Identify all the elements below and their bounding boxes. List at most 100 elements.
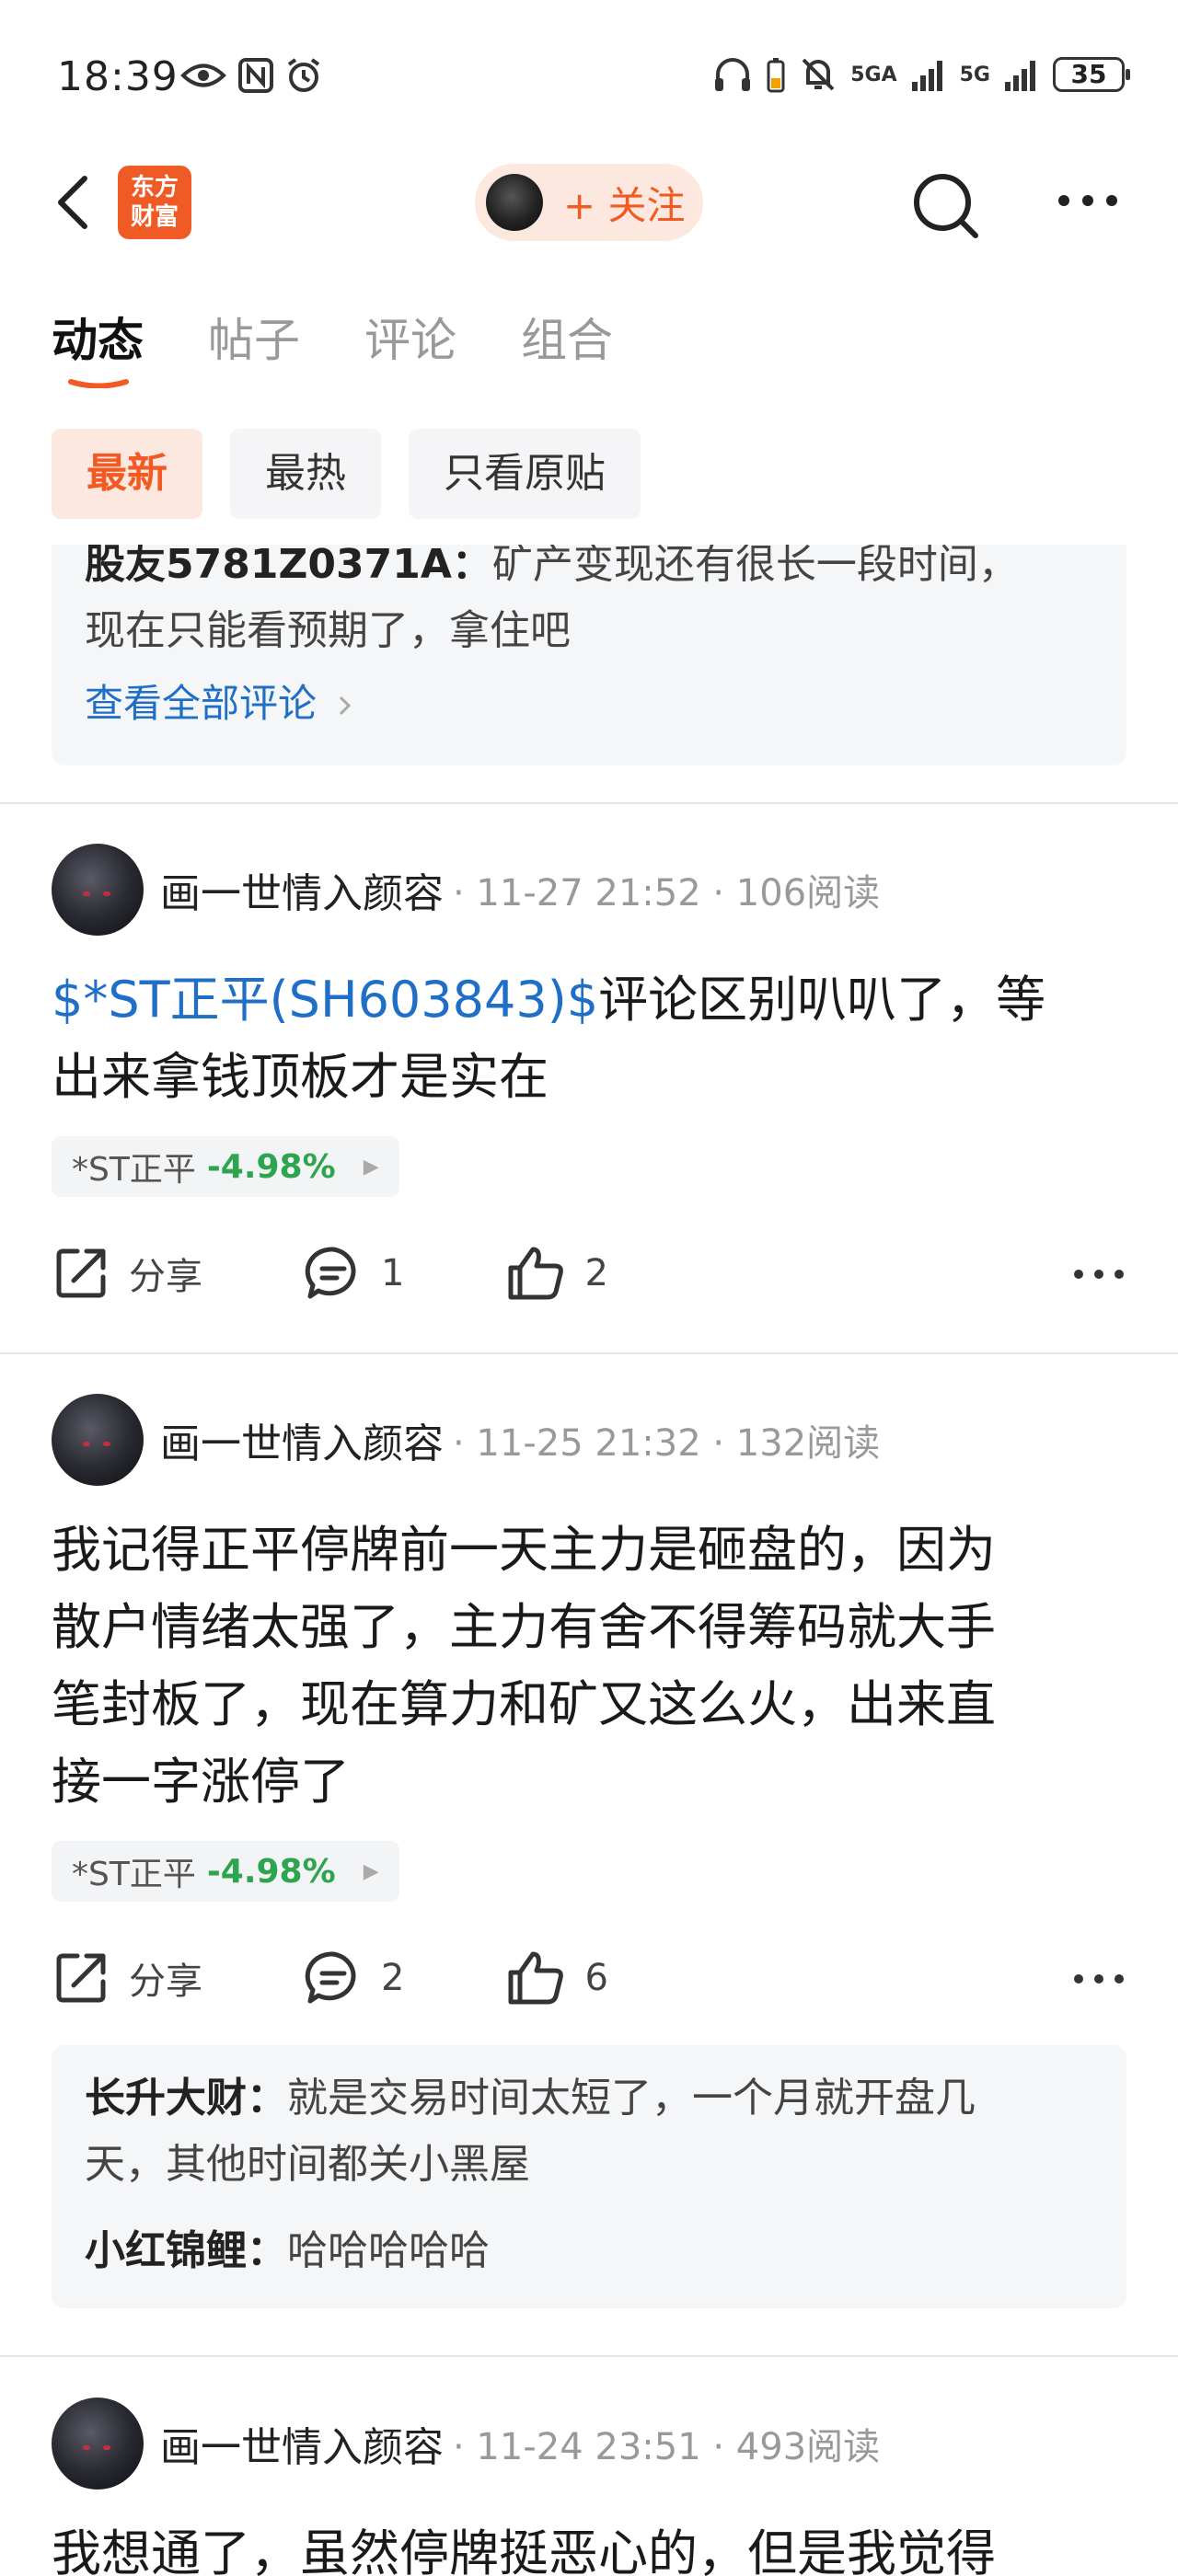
stock-tag[interactable]: *ST正平 -4.98% ▶ — [52, 1136, 399, 1197]
avatar[interactable] — [52, 1394, 144, 1486]
filter-original-only[interactable]: 只看原贴 — [409, 429, 641, 519]
mute-bell-icon — [802, 58, 835, 91]
post-text: 笔封板了，现在算力和矿又这么火，出来直 — [52, 1675, 996, 1733]
filter-latest[interactable]: 最新 — [52, 429, 202, 519]
post-header: 画一世情入颜容 · 11-24 23:51 · 493阅读 — [52, 2396, 1126, 2491]
share-button[interactable]: 分享 — [52, 1949, 202, 2007]
signal-icon-2 — [1005, 61, 1035, 91]
post-actions: 分享 1 2 — [52, 1223, 1126, 1324]
app-logo: 东方 财富 — [118, 166, 191, 239]
avatar[interactable] — [52, 2398, 144, 2490]
comment-user[interactable]: 股友5781Z0371A — [85, 545, 452, 588]
back-arrow-icon[interactable] — [48, 173, 103, 232]
play-triangle-icon: ▶ — [363, 1859, 379, 1883]
post-meta: · 11-25 21:32 · 132阅读 — [453, 1422, 881, 1465]
tab-comments[interactable]: 评论 — [364, 304, 456, 377]
reply-item[interactable]: 长升大财：就是交易时间太短了，一个月就开盘几 — [85, 2065, 1093, 2132]
post-text: 散户情绪太强了，主力有舍不得筹码就大手 — [52, 1598, 996, 1656]
like-count: 6 — [584, 1957, 608, 1999]
post-text: 评论区别叭叭了，等 — [598, 971, 1046, 1029]
stock-change: -4.98% — [206, 1852, 336, 1891]
post-text: 接一字涨停了 — [52, 1753, 350, 1811]
post-author[interactable]: 画一世情入颜容 — [160, 1410, 444, 1469]
post-body[interactable]: $*ST正平(SH603843)$评论区别叭叭了，等 出来拿钱顶板才是实在 — [52, 961, 1126, 1116]
tab-dynamics[interactable]: 动态 — [52, 304, 144, 388]
signal-icon — [911, 61, 942, 91]
view-all-label: 查看全部评论 — [85, 681, 318, 726]
search-icon[interactable] — [909, 169, 983, 243]
previous-post-comments: 股友5781Z0371A：矿产变现还有很长一段时间， 现在只能看预期了，拿住吧 … — [52, 545, 1126, 765]
stock-mention-link[interactable]: $*ST正平(SH603843)$ — [52, 971, 598, 1029]
play-triangle-icon: ▶ — [363, 1155, 379, 1179]
like-button[interactable]: 6 — [505, 1949, 608, 2007]
comment-button[interactable]: 2 — [304, 1949, 404, 2007]
stock-name: *ST正平 — [72, 1856, 196, 1893]
divider — [0, 2355, 1178, 2357]
stock-change: -4.98% — [206, 1147, 336, 1186]
post-body[interactable]: 我记得正平停牌前一天主力是砸盘的，因为 散户情绪太强了，主力有舍不得筹码就大手 … — [52, 1512, 1126, 1821]
alarm-icon — [287, 58, 320, 92]
divider — [0, 1352, 1178, 1354]
reply-user[interactable]: 小红锦鲤 — [85, 2227, 247, 2274]
avatar[interactable] — [52, 844, 144, 936]
comment-button[interactable]: 1 — [304, 1244, 404, 1303]
comment-text: 矿产变现还有很长一段时间， — [491, 545, 1019, 588]
post-text: 我记得正平停牌前一天主力是砸盘的，因为 — [52, 1521, 996, 1579]
share-icon — [56, 1953, 106, 2003]
post-actions: 分享 2 6 — [52, 1927, 1126, 2029]
comment-icon — [305, 1247, 356, 1299]
tab-label: 评论 — [364, 314, 456, 367]
post-item: 画一世情入颜容 · 11-25 21:32 · 132阅读 我记得正平停牌前一天… — [52, 1392, 1126, 2308]
tab-label: 组合 — [521, 314, 613, 367]
post-item: 画一世情入颜容 · 11-24 23:51 · 493阅读 我想通了，虽然停牌挺… — [52, 2396, 1126, 2576]
logo-line-2: 财富 — [130, 203, 179, 231]
thumbs-up-icon — [508, 1951, 564, 2005]
filter-hottest[interactable]: 最热 — [230, 429, 381, 519]
reply-item[interactable]: 小红锦鲤：哈哈哈哈哈 — [85, 2218, 1093, 2284]
status-right-icons: 5GA 5G 35 — [712, 55, 1130, 94]
divider — [0, 802, 1178, 804]
like-button[interactable]: 2 — [505, 1244, 608, 1303]
network-type-1: 5GA — [850, 63, 897, 86]
network-type-2: 5G — [959, 63, 990, 86]
like-count: 2 — [584, 1252, 608, 1294]
reply-separator: ： — [247, 2227, 287, 2274]
share-label: 分享 — [129, 1961, 202, 2003]
post-header: 画一世情入颜容 · 11-27 21:52 · 106阅读 — [52, 842, 1126, 937]
status-left-icons — [180, 57, 322, 94]
thumbs-up-icon — [508, 1247, 564, 1300]
share-icon — [56, 1248, 106, 1298]
filter-chips: 最新 最热 只看原贴 — [52, 429, 641, 519]
nfc-icon — [238, 58, 273, 93]
comment-text-line2: 现在只能看预期了，拿住吧 — [85, 607, 571, 654]
post-text: 出来拿钱顶板才是实在 — [52, 1048, 549, 1106]
follow-button[interactable]: + 关注 — [475, 164, 703, 241]
more-icon[interactable] — [1071, 1256, 1126, 1293]
follow-label: + 关注 — [563, 182, 686, 228]
reply-user[interactable]: 长升大财 — [85, 2075, 247, 2122]
post-header: 画一世情入颜容 · 11-25 21:32 · 132阅读 — [52, 1392, 1126, 1488]
profile-tabs: 动态 帖子 评论 组合 — [52, 304, 613, 388]
reply-text: 就是交易时间太短了，一个月就开盘几 — [287, 2075, 976, 2122]
tab-portfolio[interactable]: 组合 — [521, 304, 613, 377]
reply-text: 哈哈哈哈哈 — [287, 2227, 490, 2274]
stock-name: *ST正平 — [72, 1151, 196, 1189]
comment-icon — [305, 1951, 356, 2004]
more-icon[interactable] — [1071, 1961, 1126, 1997]
headset-battery-icon — [767, 58, 785, 93]
reply-text-line2: 天，其他时间都关小黑屋 — [85, 2141, 530, 2188]
post-meta: · 11-24 23:51 · 493阅读 — [453, 2426, 881, 2468]
comment-count: 2 — [381, 1957, 405, 1999]
stock-tag[interactable]: *ST正平 -4.98% ▶ — [52, 1841, 399, 1902]
tab-posts[interactable]: 帖子 — [208, 304, 300, 377]
post-author[interactable]: 画一世情入颜容 — [160, 2414, 444, 2473]
share-button[interactable]: 分享 — [52, 1244, 202, 1303]
post-body[interactable]: 我想通了，虽然停牌挺恶心的，但是我觉得 — [52, 2515, 1126, 2576]
active-tab-indicator — [68, 379, 129, 388]
view-all-comments-link[interactable]: 查看全部评论 — [85, 672, 1093, 736]
comment-count: 1 — [381, 1252, 405, 1294]
more-options-icon[interactable] — [1055, 182, 1121, 219]
reply-box: 长升大财：就是交易时间太短了，一个月就开盘几 天，其他时间都关小黑屋 小红锦鲤：… — [52, 2045, 1126, 2308]
headphones-icon — [715, 58, 751, 91]
post-author[interactable]: 画一世情入颜容 — [160, 860, 444, 919]
